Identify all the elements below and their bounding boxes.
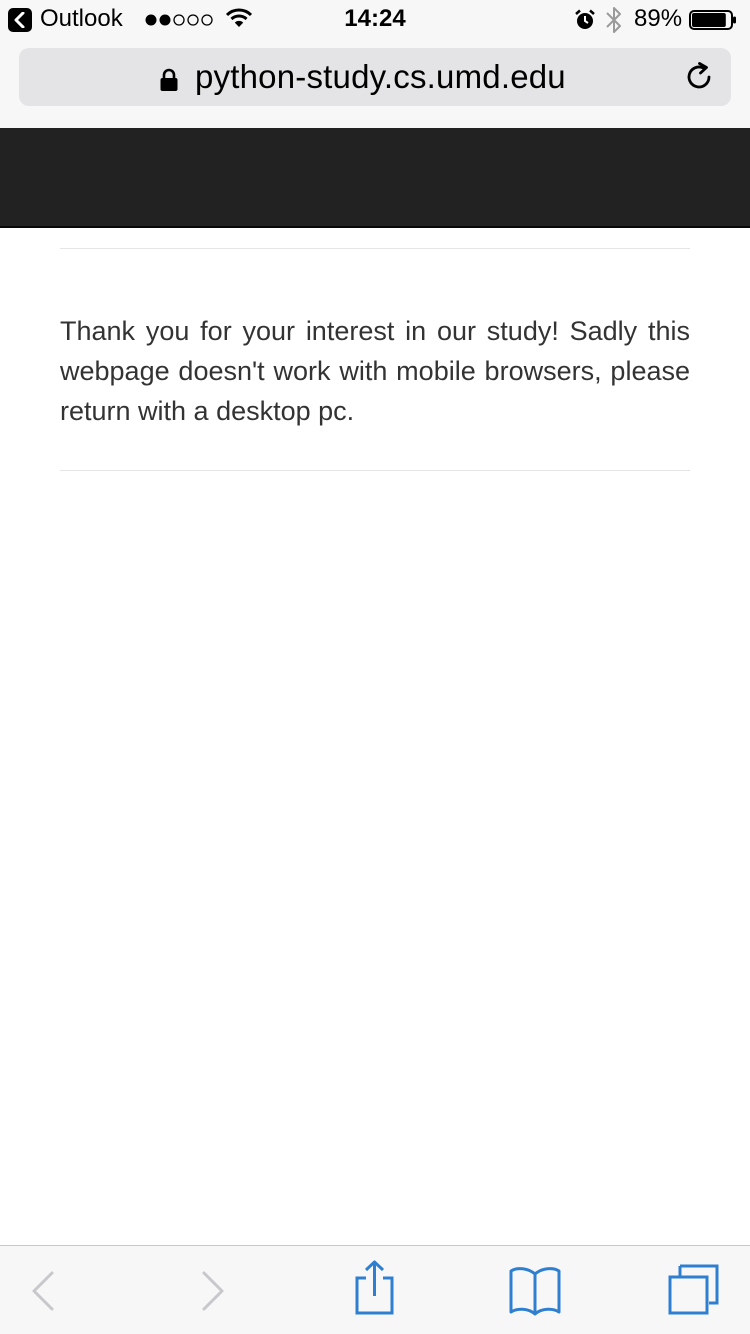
forward-button[interactable] (186, 1246, 236, 1334)
url-text[interactable]: python-study.cs.umd.edu (195, 58, 566, 96)
share-button[interactable] (348, 1246, 400, 1334)
site-header (0, 128, 750, 227)
alarm-icon (575, 9, 595, 29)
tabs-button[interactable] (664, 1246, 722, 1334)
battery-icon (689, 10, 736, 30)
bookmarks-icon (509, 1267, 561, 1316)
cellular-signal-icon (145, 14, 213, 26)
wifi-icon (226, 8, 252, 27)
divider-top (60, 248, 690, 249)
reload-icon[interactable] (685, 62, 715, 92)
share-icon (355, 1260, 394, 1315)
back-to-app-label[interactable]: Outlook (40, 5, 123, 33)
browser-toolbar (0, 1245, 750, 1334)
forward-icon (202, 1271, 224, 1311)
signal-dot-empty (201, 14, 213, 26)
divider-bottom (60, 470, 690, 471)
bluetooth-icon (606, 7, 621, 33)
signal-dot-filled (159, 14, 171, 26)
back-button[interactable] (20, 1246, 70, 1334)
signal-dot-empty (173, 14, 185, 26)
signal-dot-empty (187, 14, 199, 26)
battery-percent: 89% (634, 5, 683, 32)
browser-address-area: python-study.cs.umd.edu (0, 40, 750, 128)
mobile-unsupported-message: Thank you for your interest in our study… (60, 316, 690, 426)
lock-icon (160, 68, 178, 91)
signal-dot-filled (145, 14, 157, 26)
tabs-icon (668, 1264, 719, 1315)
status-bar: Outlook 14:24 89% (0, 0, 750, 40)
bookmarks-button[interactable] (506, 1246, 564, 1334)
site-header-border (0, 226, 750, 228)
address-bar[interactable]: python-study.cs.umd.edu (19, 48, 731, 106)
back-icon (32, 1271, 54, 1311)
back-to-app-icon[interactable] (8, 8, 32, 32)
